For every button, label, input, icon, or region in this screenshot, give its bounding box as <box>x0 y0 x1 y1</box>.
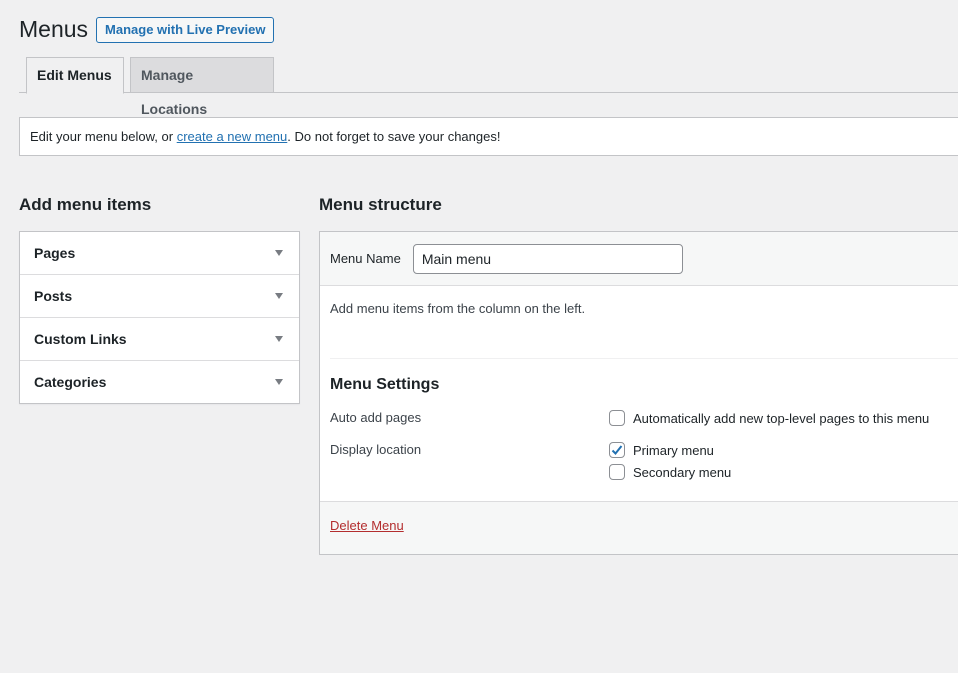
accordion-label: Custom Links <box>34 331 127 347</box>
tab-manage-locations[interactable]: Manage Locations <box>130 57 274 117</box>
menu-structure-heading: Menu structure <box>319 195 442 214</box>
secondary-menu-text: Secondary menu <box>633 464 732 480</box>
nav-tabs: Edit Menus Manage Locations <box>19 57 958 117</box>
triangle-down-icon <box>275 250 283 256</box>
checkmark-icon <box>611 445 623 455</box>
triangle-down-icon <box>275 336 283 342</box>
menu-structure-panel: Menu Name Add menu items from the column… <box>319 231 958 555</box>
menu-instruction: Add menu items from the column on the le… <box>330 301 586 316</box>
menu-settings-title: Menu Settings <box>330 376 440 393</box>
notice-suffix: . Do not forget to save your changes! <box>287 129 501 144</box>
manage-live-preview-button[interactable]: Manage with Live Preview <box>96 16 275 43</box>
menu-footer: Delete Menu <box>320 501 958 554</box>
menu-name-input[interactable] <box>412 243 683 274</box>
notice-prefix: Edit your menu below, or <box>30 129 177 144</box>
add-menu-items-heading: Add menu items <box>19 195 152 214</box>
accordion-categories[interactable]: Categories <box>20 361 299 403</box>
auto-add-pages-checkbox[interactable] <box>609 410 625 426</box>
add-items-accordion: Pages Posts Custom Links Categories <box>19 231 300 404</box>
accordion-posts[interactable]: Posts <box>20 275 299 318</box>
info-notice: Edit your menu below, or create a new me… <box>19 117 958 156</box>
page-header: Menus Manage with Live Preview <box>19 15 275 44</box>
auto-add-pages-text: Automatically add new top-level pages to… <box>633 410 930 426</box>
menu-name-label: Menu Name <box>330 251 401 266</box>
delete-menu-link[interactable]: Delete Menu <box>330 518 404 533</box>
accordion-label: Categories <box>34 374 107 390</box>
tab-edit-menus[interactable]: Edit Menus <box>26 57 124 94</box>
auto-add-pages-label: Auto add pages <box>330 410 422 425</box>
triangle-down-icon <box>275 379 283 385</box>
auto-add-pages-option[interactable]: Automatically add new top-level pages to… <box>609 410 929 426</box>
page-title: Menus <box>19 16 89 42</box>
display-location-label: Display location <box>330 442 422 457</box>
secondary-menu-option[interactable]: Secondary menu <box>609 464 731 480</box>
create-new-menu-link[interactable]: create a new menu <box>177 129 288 144</box>
triangle-down-icon <box>275 293 283 299</box>
primary-menu-text: Primary menu <box>633 442 714 458</box>
menu-name-row: Menu Name <box>320 232 958 286</box>
primary-menu-option[interactable]: Primary menu <box>609 442 714 458</box>
accordion-label: Pages <box>34 245 76 261</box>
primary-menu-checkbox[interactable] <box>609 442 625 458</box>
accordion-custom-links[interactable]: Custom Links <box>20 318 299 361</box>
secondary-menu-checkbox[interactable] <box>609 464 625 480</box>
accordion-pages[interactable]: Pages <box>20 232 299 275</box>
divider <box>330 358 958 359</box>
accordion-label: Posts <box>34 288 73 304</box>
